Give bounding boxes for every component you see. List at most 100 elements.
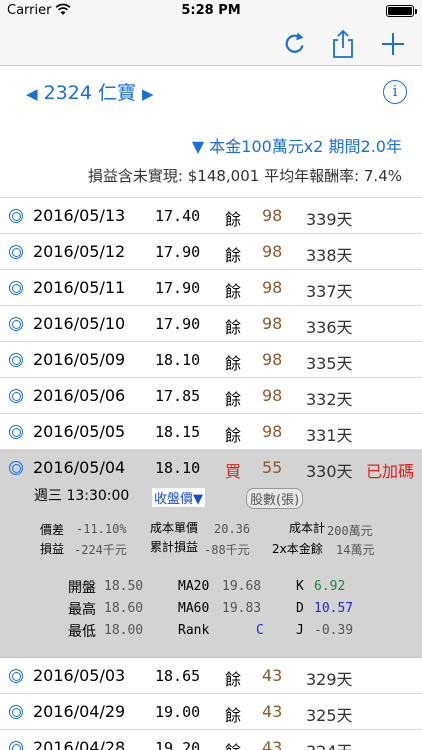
row-price: 17.40 [155,207,201,225]
radio-icon [9,669,23,683]
list-item[interactable]: 2016/05/10 17.90 餘 98 336天 [0,306,422,342]
close-price-button[interactable]: 收盤價▼ [152,488,205,507]
j-value: -0.39 [314,623,354,638]
k-label: K [296,579,304,594]
row-shares: 98 [262,350,283,369]
row-shares: 43 [262,702,283,721]
radio-icon [9,705,23,719]
detail-weekday-time: 週三 13:30:00 [34,488,130,504]
row-days: 331天 [306,426,353,445]
row-action: 餘 [225,318,242,337]
open-value: 18.50 [104,579,144,594]
row-days: 329天 [306,670,353,689]
d-label: D [296,601,304,616]
clock: 5:28 PM [181,3,241,18]
row-action: 買 [225,462,242,481]
list-item[interactable]: 2016/04/29 19.00 餘 43 325天 [0,694,422,730]
row-shares: 98 [262,314,283,333]
pl-value: -224千元 [74,543,127,557]
list-item[interactable]: 2016/05/03 18.65 餘 43 329天 [0,658,422,694]
row-days: 337天 [306,282,353,301]
share-icon[interactable] [327,28,359,60]
d-value: 10.57 [314,601,354,616]
k-value: 6.92 [314,579,346,594]
row-shares: 43 [262,738,283,750]
total-cost-label: 成本計 [289,521,326,535]
list-item[interactable]: 2016/05/13 17.40 餘 98 339天 [0,198,422,234]
row-date: 2016/05/05 [33,422,126,441]
row-action: 餘 [225,210,242,229]
row-price: 19.20 [155,739,201,750]
row-shares: 98 [262,422,283,441]
info-icon[interactable]: i [383,80,407,104]
row-date: 2016/05/12 [33,242,126,261]
spread-label: 價差 [40,523,65,537]
row-action: 餘 [225,426,242,445]
row-action: 餘 [225,246,242,265]
stock-selector: ◀ 2324 仁寶 ▶ [26,78,154,105]
row-action: 餘 [225,738,241,750]
previous-stock-button[interactable]: ◀ [26,85,38,103]
list-item[interactable]: 2016/05/05 18.15 餘 98 331天 [0,414,422,450]
radio-icon [9,353,23,367]
unit-cost-value: 20.36 [214,522,251,536]
list-item[interactable]: 2016/05/09 18.10 餘 98 335天 [0,342,422,378]
transaction-list: 2016/05/13 17.40 餘 98 339天 2016/05/12 17.90 餘 98… [0,197,422,750]
row-days: 325天 [306,706,353,725]
row-date: 2016/05/13 [33,206,126,225]
row-price: 17.90 [155,315,201,333]
row-price: 18.10 [155,459,201,477]
list-item[interactable]: 2016/05/06 17.85 餘 98 332天 [0,378,422,414]
next-stock-button[interactable]: ▶ [142,85,154,103]
stock-title[interactable]: 2324 仁寶 [44,82,136,104]
cum-pl-value: -88千元 [204,543,250,557]
row-date: 2016/05/03 [33,666,126,685]
refresh-icon[interactable] [279,28,311,60]
row-shares: 98 [262,242,283,261]
row-days: 338天 [306,246,353,265]
profit-summary: 損益含未實現: $148,001 平均年報酬率: 7.4% [87,167,402,185]
radio-icon [9,389,23,403]
low-label: 最低 [68,624,96,640]
pl-label: 損益 [40,542,65,556]
row-shares: 43 [262,666,283,685]
radio-icon [9,245,23,259]
row-price: 18.65 [155,667,201,685]
row-action: 餘 [225,282,242,301]
row-price: 17.90 [155,279,201,297]
row-date: 2016/05/09 [33,350,126,369]
battery-icon [386,5,417,17]
row-days: 332天 [306,390,353,409]
shares-button[interactable]: 股數(張) [246,488,304,509]
row-days: 339天 [306,210,353,229]
cum-pl-label: 累計損益 [150,540,199,554]
radio-icon [9,461,23,475]
row-days: 330天 [306,462,353,481]
row-price: 18.15 [155,423,201,441]
radio-icon [9,281,23,295]
principal-dropdown[interactable]: ▼ 本金100萬元x2 期間2.0年 [192,133,402,157]
row-shares: 98 [262,206,283,225]
radio-icon [9,741,23,750]
high-label: 最高 [68,602,96,618]
row-date: 2016/05/10 [33,314,126,333]
total-cost-value: 200萬元 [327,524,373,538]
list-item[interactable]: 2016/05/12 17.90 餘 98 338天 [0,234,422,270]
spread-value: -11.10% [76,522,127,536]
row-action: 餘 [225,706,242,725]
open-label: 開盤 [68,580,96,596]
status-bar: Carrier 5:28 PM [0,0,422,22]
rank-value: C [256,623,264,638]
list-item[interactable]: 2016/05/11 17.90 餘 98 337天 [0,270,422,306]
j-label: J [296,623,304,638]
row-shares: 98 [262,278,283,297]
row-action: 餘 [225,670,242,689]
row-action: 餘 [225,390,242,409]
row-date: 2016/04/28 [33,738,126,750]
list-item[interactable]: 2016/04/28 19.20 餘 43 324天 [0,730,422,750]
row-price: 18.10 [155,351,201,369]
row-days: 335天 [306,354,353,373]
row-action: 餘 [225,354,242,373]
selected-row[interactable]: 2016/05/04 18.10 買 55 330天 已加碼 [0,450,422,486]
add-icon[interactable] [377,28,409,60]
